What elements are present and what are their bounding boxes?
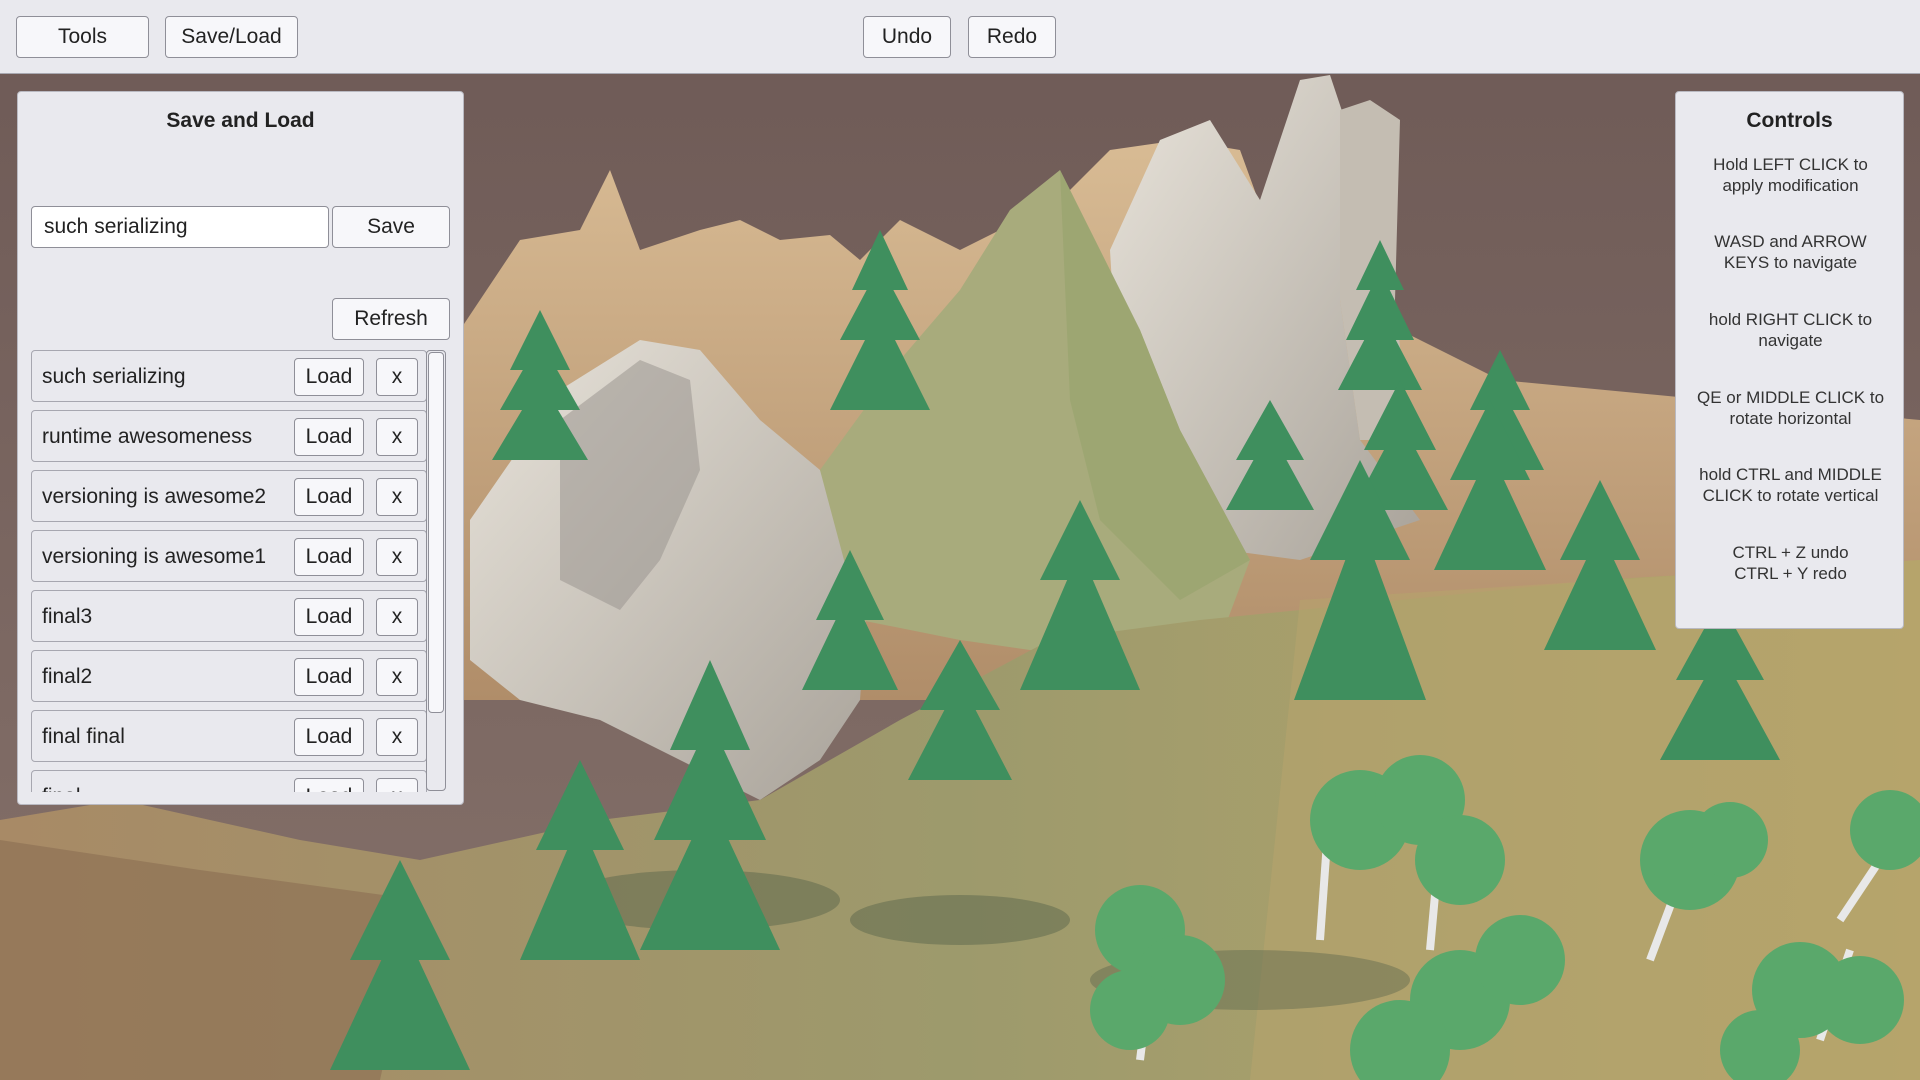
save-list-item: runtime awesomeness Load x — [31, 410, 427, 462]
delete-button[interactable]: x — [376, 538, 418, 576]
save-button[interactable]: Save — [332, 206, 450, 248]
delete-button[interactable]: x — [376, 478, 418, 516]
save-load-title: Save and Load — [166, 109, 315, 132]
save-list: such serializing Load x runtime awesomen… — [31, 350, 441, 792]
save-name-input[interactable] — [31, 206, 329, 248]
save-item-name: final3 — [42, 605, 93, 628]
save-list-item: such serializing Load x — [31, 350, 427, 402]
save-list-item: final3 Load x — [31, 590, 427, 642]
load-button[interactable]: Load — [294, 658, 364, 696]
save-list-item: versioning is awesome2 Load x — [31, 470, 427, 522]
controls-title: Controls — [1746, 109, 1833, 132]
save-item-name: runtime awesomeness — [42, 425, 253, 448]
toolbar: Tools Save/Load Undo Redo — [0, 0, 1920, 74]
save-item-name: final final — [42, 725, 125, 748]
control-hint: hold RIGHT CLICK to navigate — [1708, 310, 1873, 350]
control-hint: WASD and ARROW KEYS to navigate — [1714, 232, 1867, 272]
delete-button[interactable]: x — [376, 778, 418, 792]
save-load-panel: Save and Load Save Refresh such serializ… — [17, 91, 464, 805]
control-hint: QE or MIDDLE CLICK to rotate horizontal — [1696, 388, 1885, 428]
save-list-item: final Load x — [31, 770, 427, 792]
control-hint: Hold LEFT CLICK to apply modification — [1713, 155, 1868, 195]
save-list-item: final2 Load x — [31, 650, 427, 702]
save-list-item: final final Load x — [31, 710, 427, 762]
load-button[interactable]: Load — [294, 478, 364, 516]
save-list-scrollbar[interactable] — [426, 350, 446, 791]
redo-button[interactable]: Redo — [968, 16, 1056, 58]
save-item-name: versioning is awesome1 — [42, 545, 267, 568]
tools-button[interactable]: Tools — [16, 16, 149, 58]
save-item-name: final — [42, 771, 81, 792]
controls-panel: Controls Hold LEFT CLICK to apply modifi… — [1675, 91, 1904, 629]
load-button[interactable]: Load — [294, 718, 364, 756]
save-item-name: final2 — [42, 665, 93, 688]
save-list-item: versioning is awesome1 Load x — [31, 530, 427, 582]
control-hint: hold CTRL and MIDDLE CLICK to rotate ver… — [1699, 465, 1882, 505]
load-button[interactable]: Load — [294, 538, 364, 576]
load-button[interactable]: Load — [294, 418, 364, 456]
load-button[interactable]: Load — [294, 358, 364, 396]
scrollbar-thumb[interactable] — [428, 352, 444, 713]
save-item-name: such serializing — [42, 365, 186, 388]
delete-button[interactable]: x — [376, 358, 418, 396]
delete-button[interactable]: x — [376, 418, 418, 456]
load-button[interactable]: Load — [294, 598, 364, 636]
delete-button[interactable]: x — [376, 598, 418, 636]
delete-button[interactable]: x — [376, 658, 418, 696]
control-hint: CTRL + Z undo CTRL + Y redo — [1732, 543, 1849, 583]
save-item-name: versioning is awesome2 — [42, 485, 267, 508]
load-button[interactable]: Load — [294, 778, 364, 792]
saveload-button[interactable]: Save/Load — [165, 16, 298, 58]
refresh-button[interactable]: Refresh — [332, 298, 450, 340]
undo-button[interactable]: Undo — [863, 16, 951, 58]
delete-button[interactable]: x — [376, 718, 418, 756]
